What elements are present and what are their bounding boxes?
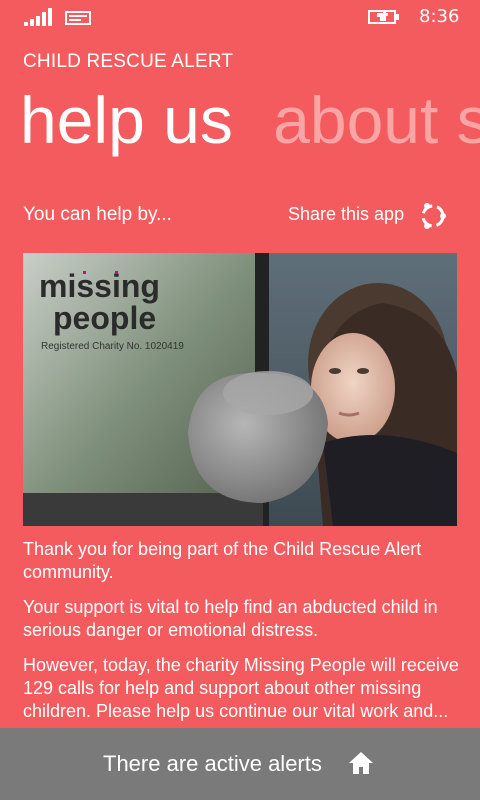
section-subheading: You can help by... xyxy=(23,204,172,225)
share-icon[interactable] xyxy=(418,201,448,231)
hero-photo: missing people Registered Charity No. 10… xyxy=(23,253,457,526)
pivot-header: help us about su xyxy=(20,84,480,156)
paragraph-thanks: Thank you for being part of the Child Re… xyxy=(23,539,422,582)
body-text: Thank you for being part of the Child Re… xyxy=(23,538,463,735)
logo-people-text: people xyxy=(53,300,156,336)
paragraph-charity: However, today, the charity Missing Peop… xyxy=(23,655,459,721)
active-alerts-label: There are active alerts xyxy=(103,751,322,776)
logo-missing-text: missing xyxy=(39,268,160,304)
pivot-item-help-us[interactable]: help us xyxy=(20,84,233,156)
message-icon xyxy=(65,11,91,25)
home-icon[interactable] xyxy=(348,751,374,775)
charity-number-text: Registered Charity No. 1020419 xyxy=(41,341,184,352)
signal-strength-icon xyxy=(24,8,52,26)
active-alerts-bar[interactable]: There are active alerts xyxy=(0,728,480,800)
battery-charging-icon xyxy=(368,10,399,24)
app-title: CHILD RESCUE ALERT xyxy=(23,51,234,72)
status-bar: 8:36 xyxy=(0,0,480,32)
share-app-link[interactable]: Share this app xyxy=(288,204,404,225)
paragraph-support: Your support is vital to help find an ab… xyxy=(23,597,438,640)
clock: 8:36 xyxy=(419,6,460,27)
pivot-item-about[interactable]: about su xyxy=(273,84,480,156)
